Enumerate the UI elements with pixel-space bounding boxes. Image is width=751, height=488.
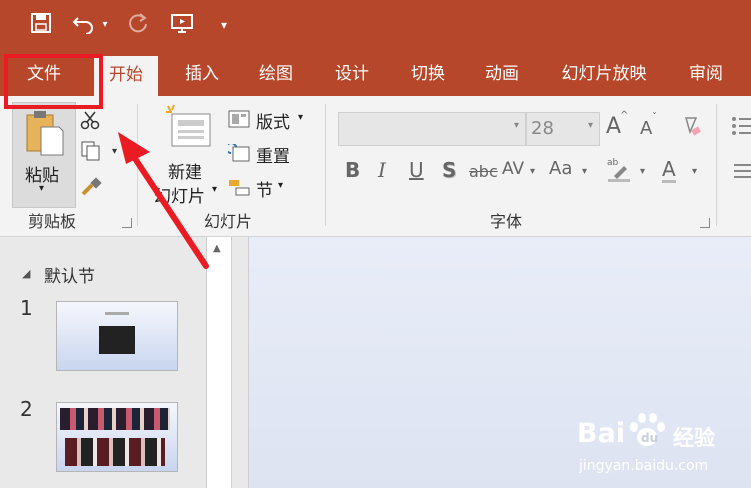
cut-icon[interactable]: [80, 110, 100, 134]
save-icon[interactable]: [30, 12, 52, 38]
layout-label: 版式: [256, 113, 290, 133]
bullets-icon[interactable]: [730, 114, 751, 140]
svg-text:ab: ab: [607, 158, 619, 168]
strikethrough-button[interactable]: abc: [469, 162, 498, 181]
tab-transitions[interactable]: 切换: [396, 52, 460, 96]
chevron-down-icon[interactable]: ▾: [640, 166, 645, 177]
separator: [325, 104, 326, 226]
chevron-down-icon: ▾: [278, 180, 284, 191]
section-name[interactable]: 默认节: [44, 262, 95, 287]
highlighter-icon[interactable]: ab: [606, 156, 632, 186]
tab-home[interactable]: 开始: [94, 56, 158, 96]
tab-slideshow[interactable]: 幻灯片放映: [548, 52, 660, 96]
italic-button[interactable]: I: [378, 158, 386, 182]
chevron-down-icon: ▾: [39, 183, 45, 194]
font-size-value: 28: [531, 118, 554, 139]
chevron-down-icon[interactable]: ▾: [530, 166, 535, 177]
separator: [716, 104, 717, 226]
tab-review[interactable]: 审阅: [674, 52, 738, 96]
watermark-url: jingyan.baidu.com: [579, 458, 709, 474]
slide-thumbnail-1[interactable]: [56, 301, 178, 371]
format-painter-icon[interactable]: [80, 176, 102, 202]
slide-number: 2: [20, 397, 33, 421]
collapse-section-icon[interactable]: ◢: [22, 267, 30, 280]
shrink-font-icon: ˇ: [652, 112, 657, 123]
clear-formatting-icon[interactable]: [680, 116, 702, 142]
annotation-arrow: [118, 132, 209, 269]
change-case-button[interactable]: Aa: [549, 158, 572, 179]
font-size-combo[interactable]: 28 ▾: [526, 112, 600, 146]
font-launcher-icon[interactable]: [700, 218, 710, 228]
section-label: 节: [256, 181, 273, 201]
grow-font-icon: ^: [620, 110, 629, 121]
layout-button[interactable]: 版式 ▾: [228, 108, 308, 133]
chevron-down-icon: ▾: [513, 120, 519, 131]
chevron-down-icon[interactable]: ▾: [692, 166, 697, 177]
reset-button[interactable]: 重置: [228, 142, 308, 167]
slide-number: 1: [20, 296, 33, 320]
tab-draw[interactable]: 绘图: [246, 52, 306, 96]
svg-text:du: du: [641, 431, 658, 445]
title-bar: ▾ ▾: [0, 0, 751, 52]
customize-qat-icon[interactable]: ▾: [216, 12, 232, 38]
font-name-combo[interactable]: ▾: [338, 112, 526, 146]
underline-button[interactable]: U: [409, 158, 424, 182]
paste-button[interactable]: 粘贴 ▾: [12, 102, 76, 208]
copy-icon[interactable]: [80, 140, 102, 166]
watermark-brand-2: 经验: [673, 426, 715, 450]
watermark-brand: Bai: [577, 418, 626, 449]
shrink-font-button[interactable]: A: [640, 118, 652, 139]
character-spacing-button[interactable]: AV: [502, 159, 524, 179]
undo-dropdown-icon[interactable]: ▾: [100, 12, 110, 38]
thumb-image-row: [60, 408, 170, 430]
font-group-label: 字体: [490, 212, 523, 231]
tab-animations[interactable]: 动画: [470, 52, 534, 96]
bold-button[interactable]: B: [345, 158, 360, 182]
tab-insert[interactable]: 插入: [172, 52, 232, 96]
font-color-button[interactable]: A: [662, 158, 676, 183]
chevron-down-icon: ▾: [587, 120, 593, 131]
thumb-image-row: [65, 438, 165, 466]
highlight-box: [4, 54, 103, 109]
align-icon[interactable]: [734, 162, 751, 186]
reset-label: 重置: [256, 147, 290, 167]
chevron-down-icon: ▾: [298, 112, 304, 123]
slide-thumbnail-2[interactable]: [56, 402, 178, 472]
start-from-beginning-icon[interactable]: [168, 12, 196, 38]
baidu-watermark: Bai du 经验 jingyan.baidu.com: [575, 404, 751, 488]
thumb-image: [99, 326, 135, 354]
thumb-title: [105, 312, 129, 315]
paw-icon: du: [630, 413, 665, 446]
ribbon-tabs: 文件 开始 插入 绘图 设计 切换 动画 幻灯片放映 审阅: [0, 52, 751, 96]
tab-design[interactable]: 设计: [320, 52, 384, 96]
section-button[interactable]: 节 ▾: [228, 176, 308, 201]
clipboard-group-label: 剪贴板: [28, 212, 77, 231]
shadow-button[interactable]: S: [442, 158, 456, 182]
chevron-down-icon[interactable]: ▾: [582, 166, 587, 177]
redo-icon[interactable]: [126, 12, 150, 38]
undo-icon[interactable]: [72, 12, 98, 38]
grow-font-button[interactable]: A: [606, 114, 621, 139]
